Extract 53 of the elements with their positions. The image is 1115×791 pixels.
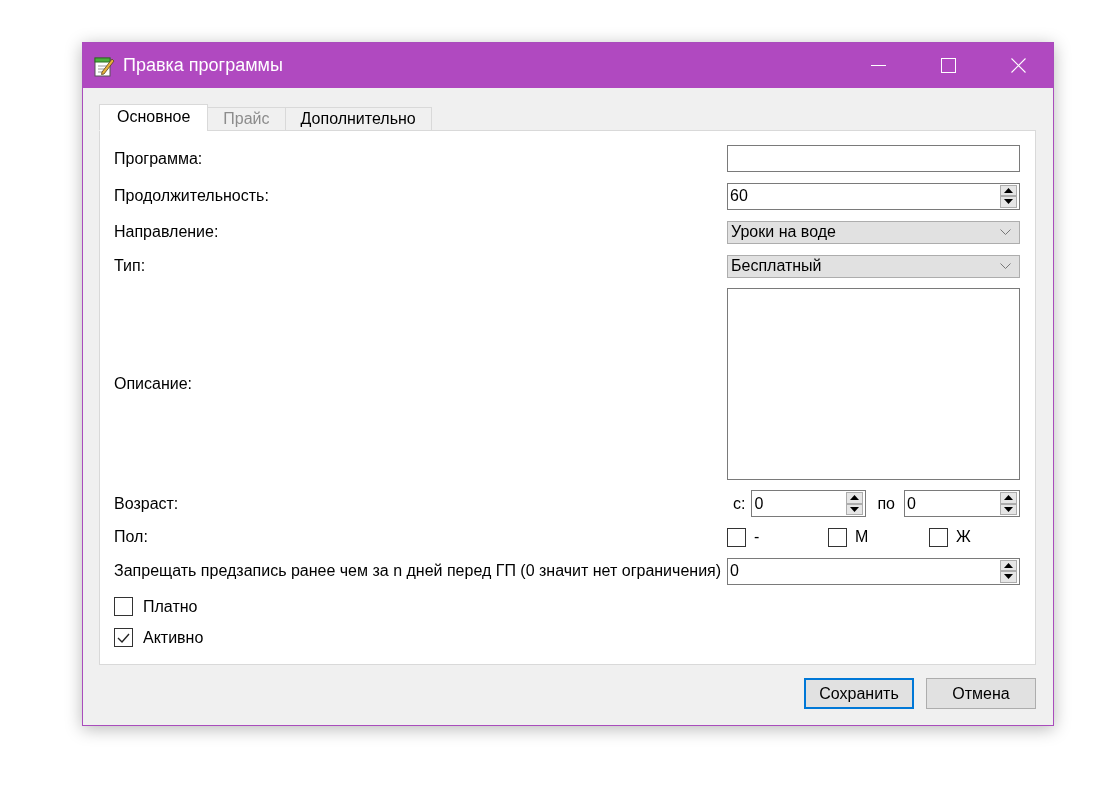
- triangle-down-icon: [1004, 574, 1013, 580]
- field-label: Тип:: [114, 257, 146, 275]
- triangle-up-icon: [1004, 187, 1013, 193]
- maximize-icon: [940, 58, 956, 73]
- field-label: Программа:: [114, 149, 203, 168]
- field-label: Направление:: [114, 223, 219, 241]
- dialog-button[interactable]: Отмена: [926, 678, 1036, 709]
- window-title: Правка программы: [123, 55, 283, 76]
- triangle-down-icon: [1004, 199, 1013, 205]
- triangle-up-icon: [1004, 495, 1013, 501]
- chevron-down-icon: [1000, 229, 1011, 235]
- checkbox-label: -: [754, 528, 760, 546]
- minimize-icon: [870, 65, 886, 66]
- range-label: с:: [733, 494, 746, 513]
- triangle-down-icon: [1004, 506, 1013, 512]
- checkmark-icon: [117, 632, 130, 643]
- checkbox[interactable]: [114, 597, 133, 616]
- field-label: Пол:: [114, 528, 148, 546]
- field-label: Возраст:: [114, 494, 179, 513]
- dropdown[interactable]: Уроки на воде: [727, 220, 1020, 244]
- notepad-pencil-icon: [93, 54, 115, 77]
- number-field[interactable]: 0: [727, 557, 1020, 585]
- spin-down-button[interactable]: [1000, 196, 1017, 208]
- spin-up-button[interactable]: [1000, 559, 1017, 571]
- checkbox[interactable]: [114, 628, 133, 647]
- field-label: Продолжительность:: [114, 187, 269, 205]
- range-label: по: [877, 494, 895, 513]
- dropdown[interactable]: Бесплатный: [727, 254, 1020, 278]
- number-field[interactable]: 0: [751, 490, 867, 517]
- tab[interactable]: Дополнительно: [284, 107, 432, 131]
- field-label: Запрещать предзапись ранее чем за n дней перед ГП (0 значит нет ограничения): [114, 562, 722, 580]
- spin-up-button[interactable]: [846, 492, 864, 504]
- triangle-down-icon: [850, 506, 860, 512]
- checkbox-label: Платно: [143, 597, 198, 616]
- close-icon: [1010, 58, 1026, 73]
- checkbox[interactable]: [929, 527, 948, 547]
- triangle-up-icon: [1004, 562, 1013, 568]
- number-field[interactable]: 60: [727, 182, 1020, 210]
- checkbox-label: Ж: [956, 528, 971, 546]
- chevron-down-icon: [1000, 263, 1011, 269]
- tab[interactable]: Основное: [99, 104, 209, 131]
- spin-up-button[interactable]: [1000, 492, 1017, 504]
- text-field[interactable]: [727, 145, 1020, 172]
- number-field[interactable]: 0: [904, 490, 1020, 517]
- spin-down-button[interactable]: [1000, 571, 1017, 583]
- checkbox[interactable]: [727, 527, 746, 547]
- dialog-button[interactable]: Сохранить: [804, 678, 914, 709]
- checkbox[interactable]: [828, 527, 847, 547]
- checkbox-label: Активно: [143, 628, 204, 647]
- spin-up-button[interactable]: [1000, 184, 1017, 196]
- triangle-up-icon: [850, 495, 860, 501]
- field-label: Описание:: [114, 375, 193, 393]
- checkbox-label: М: [855, 528, 869, 546]
